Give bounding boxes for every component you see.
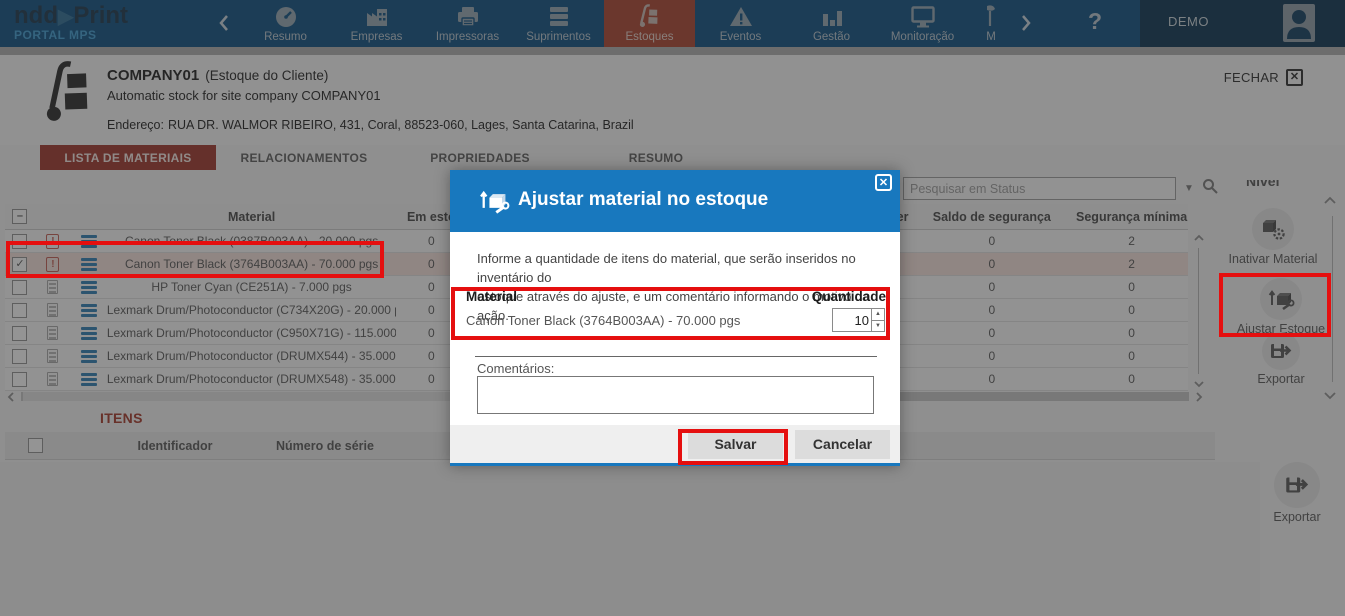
comments-label: Comentários: (477, 361, 554, 376)
quantity-spin-buttons: ▲ ▼ (871, 309, 884, 331)
quantity-field-label: Quantidade (812, 289, 886, 304)
comments-textarea[interactable] (477, 376, 874, 414)
spin-down-icon[interactable]: ▼ (872, 321, 884, 332)
quantity-stepper[interactable]: ▲ ▼ (832, 308, 885, 332)
dialog-title: Ajustar material no estoque (518, 189, 768, 211)
quantity-input[interactable] (833, 309, 871, 331)
adjust-stock-icon (477, 185, 511, 222)
material-field-value: Canon Toner Black (3764B003AA) - 70.000 … (466, 313, 740, 328)
dialog-header: Ajustar material no estoque ✕ (450, 170, 900, 232)
dialog-description-line1: Informe a quantidade de itens do materia… (477, 249, 900, 287)
spin-up-icon[interactable]: ▲ (872, 309, 884, 321)
save-button[interactable]: Salvar (688, 430, 783, 459)
dialog-footer: Salvar Cancelar (450, 425, 900, 463)
cancel-button[interactable]: Cancelar (795, 430, 890, 459)
app-window: ndd▶Print PORTAL MPS Resumo Empresas (0, 0, 1345, 616)
dialog-divider (475, 356, 877, 357)
dialog-close-icon[interactable]: ✕ (875, 174, 892, 191)
ajustar-material-dialog: Ajustar material no estoque ✕ Informe a … (450, 170, 900, 466)
material-field-label: Material (466, 289, 517, 304)
